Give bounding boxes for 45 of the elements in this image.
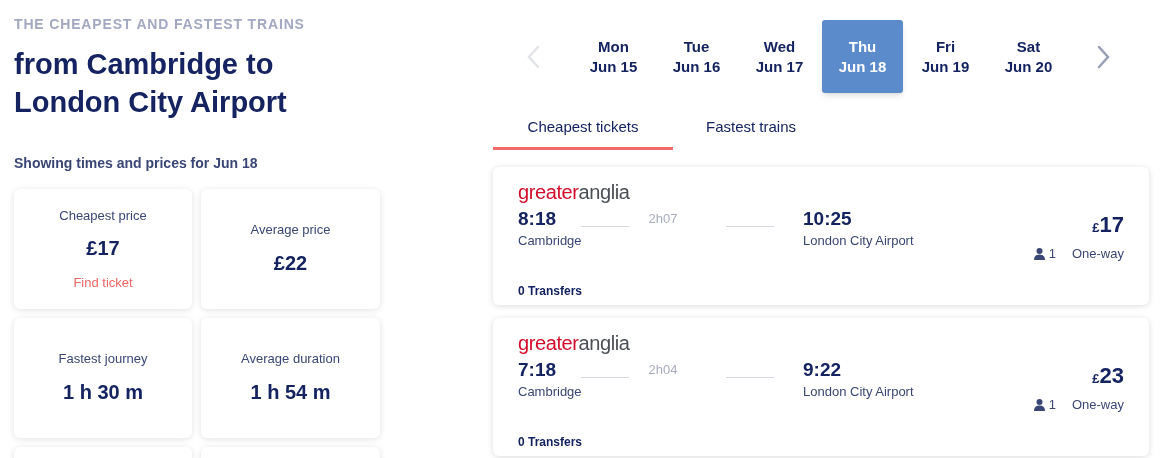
ticket-type: One-way xyxy=(1071,396,1124,414)
transfers-text: 0 Transfers xyxy=(518,282,583,300)
departure-station: Cambridge xyxy=(518,383,582,401)
duration-text: 2h07 xyxy=(648,210,678,228)
journey-card[interactable]: greateranglia 8:18 Cambridge 2h07 10:25 London City Airport £17 1 One-way 0 Transfers xyxy=(493,167,1149,305)
ticket-type: One-way xyxy=(1071,245,1124,263)
departure-time: 7:18 xyxy=(518,358,557,382)
ticket-price: £17 xyxy=(1092,213,1124,239)
ticket-price: £23 xyxy=(1092,364,1124,390)
journey-card[interactable]: greateranglia 7:18 Cambridge 2h04 9:22 London City Airport £23 1 One-way 0 Transfers xyxy=(493,318,1149,456)
operator-logo: greateranglia xyxy=(518,332,630,354)
stat-value: 1 h 54 m xyxy=(250,379,331,405)
date-button[interactable]: Wed Jun 17 xyxy=(739,20,820,93)
page-heading: from Cambridge to London City Airport xyxy=(14,47,288,120)
stat-label: Average price xyxy=(250,221,331,240)
date-button[interactable]: Fri Jun 19 xyxy=(905,20,986,93)
passenger-count: 1 xyxy=(1048,396,1056,414)
date-button[interactable]: Mon Jun 15 xyxy=(573,20,654,93)
arrival-station: London City Airport xyxy=(803,232,914,250)
stat-label: Average duration xyxy=(241,350,340,369)
arrival-time: 9:22 xyxy=(803,358,842,382)
date-button[interactable]: Thu Jun 18 xyxy=(822,20,903,93)
passenger-count: 1 xyxy=(1048,245,1056,263)
departure-station: Cambridge xyxy=(518,232,582,250)
stat-label: Cheapest price xyxy=(59,206,147,225)
eyebrow-text: THE CHEAPEST AND FASTEST TRAINS xyxy=(14,15,306,34)
stat-value: £22 xyxy=(273,250,308,276)
arrival-station: London City Airport xyxy=(803,383,914,401)
date-summary: Showing times and prices for Jun 18 xyxy=(14,154,259,173)
stat-label: Fastest journey xyxy=(58,350,148,369)
tab[interactable]: Cheapest tickets xyxy=(493,108,673,150)
transfers-text: 0 Transfers xyxy=(518,433,583,451)
arrival-time: 10:25 xyxy=(803,207,852,231)
tab[interactable]: Fastest trains xyxy=(673,108,829,150)
chevron-right-icon xyxy=(1097,44,1111,69)
person-icon xyxy=(1033,398,1045,411)
date-button[interactable]: Sat Jun 20 xyxy=(988,20,1069,93)
stat-value: 1 h 30 m xyxy=(62,379,143,405)
person-icon xyxy=(1033,247,1045,260)
departure-time: 8:18 xyxy=(518,207,557,231)
date-button[interactable]: Tue Jun 16 xyxy=(656,20,737,93)
operator-logo: greateranglia xyxy=(518,181,630,203)
duration-text: 2h04 xyxy=(648,361,678,379)
stat-value: £17 xyxy=(86,236,120,261)
chevron-left-icon xyxy=(526,44,540,69)
